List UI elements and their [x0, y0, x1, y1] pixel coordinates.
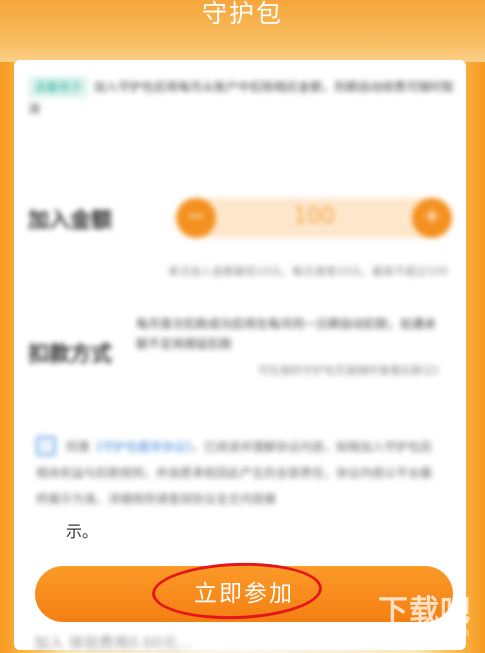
method-label: 扣款方式 — [28, 342, 112, 366]
amount-label: 加入金额 — [28, 208, 112, 232]
watermark-main: 下载吧 — [378, 594, 471, 629]
method-hint: 可在我的守护包页面随时查看扣款记录 — [258, 364, 438, 377]
agreement-prefix: 同意 — [66, 440, 91, 454]
page-title: 守护包 — [201, 0, 283, 28]
watermark-logo: 下载吧 www.xiazaiba.com — [350, 586, 475, 646]
plus-button[interactable]: + — [412, 198, 452, 238]
notice-text: 加入守护包后将每月从账户中扣除相应金额，到期自动续费可随时取消 — [28, 80, 455, 116]
notice-tag: 温馨提示 — [28, 76, 89, 98]
amount-stepper[interactable]: − 100 + — [176, 198, 452, 238]
agreement-tail: 示。 — [66, 522, 99, 541]
watermark-url: www.xiazaiba.com — [363, 626, 469, 639]
minus-button[interactable]: − — [176, 198, 216, 238]
agreement-text: 同意《守护包服务协议》，已阅读并理解协议内容，知晓加入守护包后相关权益与扣款规则… — [36, 434, 440, 512]
method-text: 每月首次扣款成功后将在每月同一日期自动扣款，如遇余额不足将顺延扣款 — [136, 317, 437, 351]
amount-hint: 单次加入金额最低10元，每次递增10元，最高不超过1000元 — [168, 265, 448, 278]
agreement-link[interactable]: 《守护包服务协议》 — [90, 440, 192, 454]
notice-banner: 温馨提示 加入守护包后将每月从账户中扣除相应金额，到期自动续费可随时取消 — [28, 76, 456, 120]
amount-value: 100 — [293, 204, 335, 229]
header-band: 守护包 — [0, 0, 485, 62]
